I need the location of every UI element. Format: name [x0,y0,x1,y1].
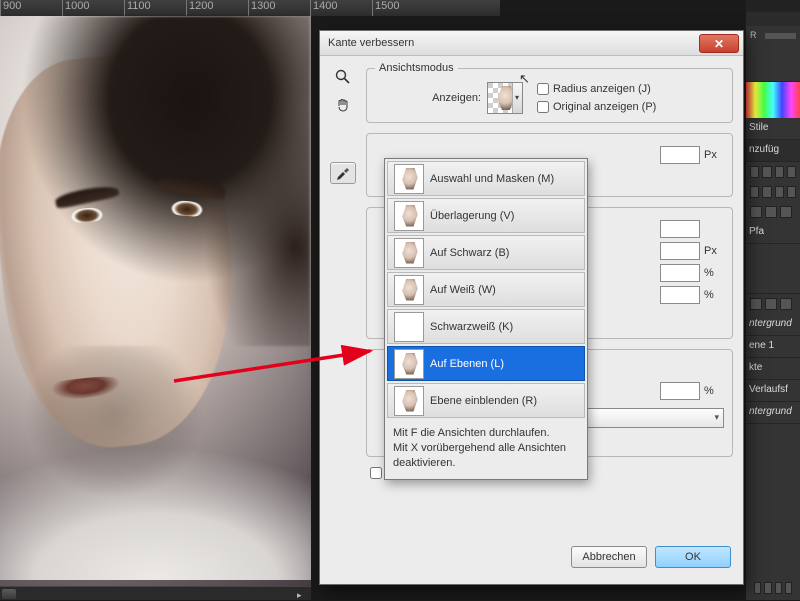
cancel-button[interactable]: Abbrechen [571,546,647,568]
view-option-label: Schwarzweiß (K) [430,321,513,333]
view-option-label: Auf Weiß (W) [430,284,496,296]
view-option-label: Auf Ebenen (L) [430,358,504,370]
view-option-label: Überlagerung (V) [430,210,514,222]
view-mode-menu: Auswahl und Masken (M) Überlagerung (V) Au… [384,158,588,480]
hand-tool-icon[interactable] [330,94,356,116]
show-label: Anzeigen: [375,92,481,104]
zoom-tool-icon[interactable] [330,66,356,88]
radius-field[interactable] [660,146,700,164]
view-option-icon [394,164,424,194]
decontaminate-field[interactable] [660,382,700,400]
view-option-label: Ebene einblenden (R) [430,395,537,407]
dialog-titlebar[interactable]: Kante verbessern ✕ [320,31,743,56]
view-option-label: Auf Schwarz (B) [430,247,509,259]
smooth-field[interactable] [660,220,700,238]
panel-tab-styles[interactable]: Stile [746,118,800,140]
view-mode-option[interactable]: Auf Schwarz (B) [387,235,585,270]
view-option-icon [394,201,424,231]
view-mode-option[interactable]: Auf Ebenen (L) [387,346,585,381]
button-add[interactable]: nzufüg [746,140,800,162]
fx-icon[interactable] [754,582,761,594]
ruler-horizontal: 900 1000 1100 1200 1300 1400 1500 [0,0,500,16]
view-option-icon [394,312,424,342]
view-mode-dropdown[interactable] [487,82,523,114]
menu-hint: Mit F die Ansichten durchlaufen. Mit X v… [385,420,587,479]
ok-button[interactable]: OK [655,546,731,568]
horizontal-scrollbar[interactable] [0,586,311,600]
layer-ebene-1[interactable]: ene 1 [746,336,800,358]
panels-dock: R Stile nzufüg Pfa ntergrund ene 1 kte V… [745,0,800,600]
document-canvas[interactable] [0,16,311,600]
cursor-icon: ↖ [519,71,530,87]
layer-fx[interactable]: kte [746,358,800,380]
show-radius-checkbox[interactable]: Radius anzeigen (J) [537,83,656,95]
lock-icon[interactable] [750,298,762,310]
view-option-icon [394,238,424,268]
color-spectrum[interactable] [746,82,800,118]
layer-background[interactable]: ntergrund [746,314,800,336]
layer-gradient[interactable]: Verlaufsf [746,380,800,402]
trash-icon[interactable] [785,582,792,594]
view-mode-group: Ansichtsmodus ↖ Anzeigen: Radius anzeige… [366,62,733,123]
view-mode-legend: Ansichtsmodus [375,62,458,74]
close-button[interactable]: ✕ [699,34,739,53]
view-option-icon [394,349,424,379]
dialog-title: Kante verbessern [320,37,414,49]
view-option-icon [394,275,424,305]
chevron-down-icon[interactable] [512,83,522,113]
view-option-label: Auswahl und Masken (M) [430,173,554,185]
feather-field[interactable] [660,242,700,260]
shift-field[interactable] [660,286,700,304]
view-mode-option[interactable]: Auf Weiß (W) [387,272,585,307]
scrollbar-thumb[interactable] [2,589,16,599]
layer-background-2[interactable]: ntergrund [746,402,800,424]
view-option-icon [394,386,424,416]
view-mode-option[interactable]: Auswahl und Masken (M) [387,161,585,196]
refine-brush-tool-icon[interactable] [330,162,356,184]
view-mode-option[interactable]: Ebene einblenden (R) [387,383,585,418]
contrast-field[interactable] [660,264,700,282]
view-mode-option[interactable]: Schwarzweiß (K) [387,309,585,344]
show-original-checkbox[interactable]: Original anzeigen (P) [537,101,656,113]
view-mode-option[interactable]: Überlagerung (V) [387,198,585,233]
panel-tab-paths[interactable]: Pfa [746,222,800,244]
scroll-right-icon[interactable] [297,589,309,599]
